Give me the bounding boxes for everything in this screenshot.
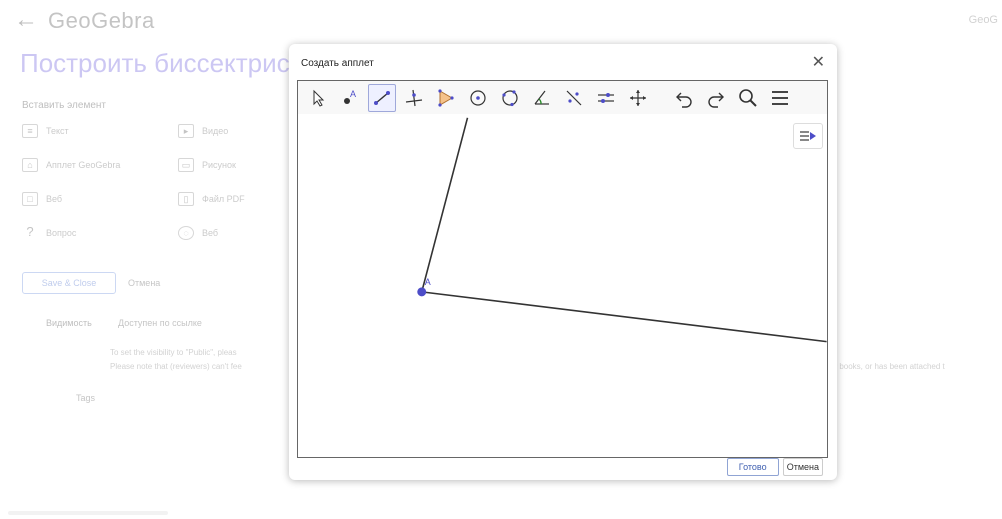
polygon-tool-button[interactable] (432, 84, 460, 112)
insert-video-item[interactable]: ▸ Видео (178, 124, 228, 138)
reflect-tool-button[interactable] (560, 84, 588, 112)
top-right-text[interactable]: GeoG (969, 14, 998, 26)
insert-item-label: Вопрос (46, 228, 77, 238)
cancel-link[interactable]: Отмена (128, 278, 160, 288)
dialog-footer: Готово Отмена (726, 458, 823, 476)
visibility-note: To set the visibility to "Public", pleas (110, 348, 237, 357)
move-tool-button[interactable] (304, 84, 332, 112)
point-tool-button[interactable]: A (336, 84, 364, 112)
polygon-tool-icon (438, 88, 454, 107)
insert-geogebra-item[interactable]: ⌂ Апплет GeoGebra (22, 158, 120, 172)
ready-button[interactable]: Готово (726, 458, 779, 476)
menu-icon (772, 90, 788, 105)
graphics-canvas[interactable]: A (298, 81, 827, 457)
bottom-bar-fragment (8, 511, 168, 515)
insert-item-label: Веб (202, 228, 219, 238)
segment-tool-button[interactable] (368, 83, 396, 112)
visibility-label: Видимость (46, 318, 92, 328)
insert-item-label: Видео (202, 126, 229, 136)
insert-pdf-item[interactable]: ▯ Файл PDF (178, 192, 245, 206)
undo-button[interactable] (670, 84, 698, 112)
angle-tool-button[interactable] (528, 84, 556, 112)
insert-item-label: Рисунок (202, 160, 236, 170)
cancel-button[interactable]: Отмена (782, 458, 823, 476)
search-icon (739, 88, 757, 107)
insert-item-label: Апплет GeoGebra (46, 160, 121, 170)
insert-web-item[interactable]: □ Веб (22, 192, 62, 206)
question-icon: ? (26, 224, 34, 239)
segment-line-2 (421, 291, 827, 343)
perpendicular-tool-icon (405, 89, 423, 106)
style-bar-toggle-button[interactable] (793, 123, 823, 149)
tags-label: Tags (76, 393, 96, 403)
slider-tool-button[interactable] (592, 84, 620, 112)
segment-tool-icon (374, 90, 390, 105)
save-close-button[interactable]: Save & Close (22, 272, 116, 294)
segment-line-1 (420, 117, 469, 293)
redo-icon (708, 92, 724, 108)
insert-web-item-2[interactable]: ◌ Веб (178, 226, 218, 240)
insert-image-item[interactable]: ▭ Рисунок (178, 158, 236, 172)
insert-element-label: Вставить элемент (22, 100, 106, 111)
point-a (417, 287, 427, 297)
slider-tool-icon (598, 92, 614, 103)
page: ← GeoGebra GeoG Построить биссектрис Вст… (0, 0, 1002, 519)
point-a-label: A (425, 277, 431, 287)
search-button[interactable] (734, 84, 762, 112)
visibility-select[interactable]: Доступен по ссылке (118, 318, 202, 328)
svg-text:A: A (350, 89, 356, 99)
geogebra-toolbar: A (298, 81, 827, 114)
dialog-title: Создать апплет (301, 58, 374, 69)
circle-tool-button[interactable] (464, 84, 492, 112)
move-tool-icon (313, 89, 325, 107)
bottom-bar (0, 508, 1002, 519)
text-icon: ≡ (22, 124, 38, 138)
circle-three-points-tool-button[interactable] (496, 84, 524, 112)
geogebra-applet[interactable]: A A (297, 80, 828, 458)
insert-item-label: Веб (46, 194, 63, 204)
insert-question-item[interactable]: ? Вопрос (22, 224, 77, 240)
video-icon: ▸ (178, 124, 194, 138)
circle-three-points-tool-icon (502, 89, 518, 106)
undo-icon (676, 92, 692, 108)
geogebra-icon: ⌂ (22, 158, 38, 172)
insert-item-label: Текст (46, 126, 69, 136)
move-graphics-tool-button[interactable] (624, 84, 652, 112)
menu-button[interactable] (766, 84, 794, 112)
reflect-tool-icon (566, 90, 582, 105)
angle-tool-icon (534, 90, 549, 105)
create-applet-dialog: Создать апплет ✕ A A Готово Отмена (289, 44, 837, 480)
move-graphics-tool-icon (630, 89, 646, 106)
back-arrow-icon[interactable]: ← (14, 6, 38, 34)
visibility-note-right: or books, or has been attached t (830, 362, 945, 371)
brand-logo: GeoGebra (48, 8, 155, 33)
insert-item-label: Файл PDF (202, 194, 245, 204)
pdf-icon: ▯ (178, 192, 194, 206)
page-title: Построить биссектрис (20, 48, 290, 78)
insert-text-item[interactable]: ≡ Текст (22, 124, 69, 138)
image-icon: ▭ (178, 158, 194, 172)
perpendicular-tool-button[interactable] (400, 84, 428, 112)
web-icon: □ (22, 192, 38, 206)
point-tool-icon: A (344, 89, 356, 104)
style-bar-icon (800, 131, 816, 141)
close-icon[interactable]: ✕ (812, 52, 825, 72)
circle-tool-icon (470, 89, 486, 106)
redo-button[interactable] (702, 84, 730, 112)
visibility-note: Please note that (reviewers) can't fee (110, 362, 242, 371)
web-icon: ◌ (178, 226, 194, 240)
